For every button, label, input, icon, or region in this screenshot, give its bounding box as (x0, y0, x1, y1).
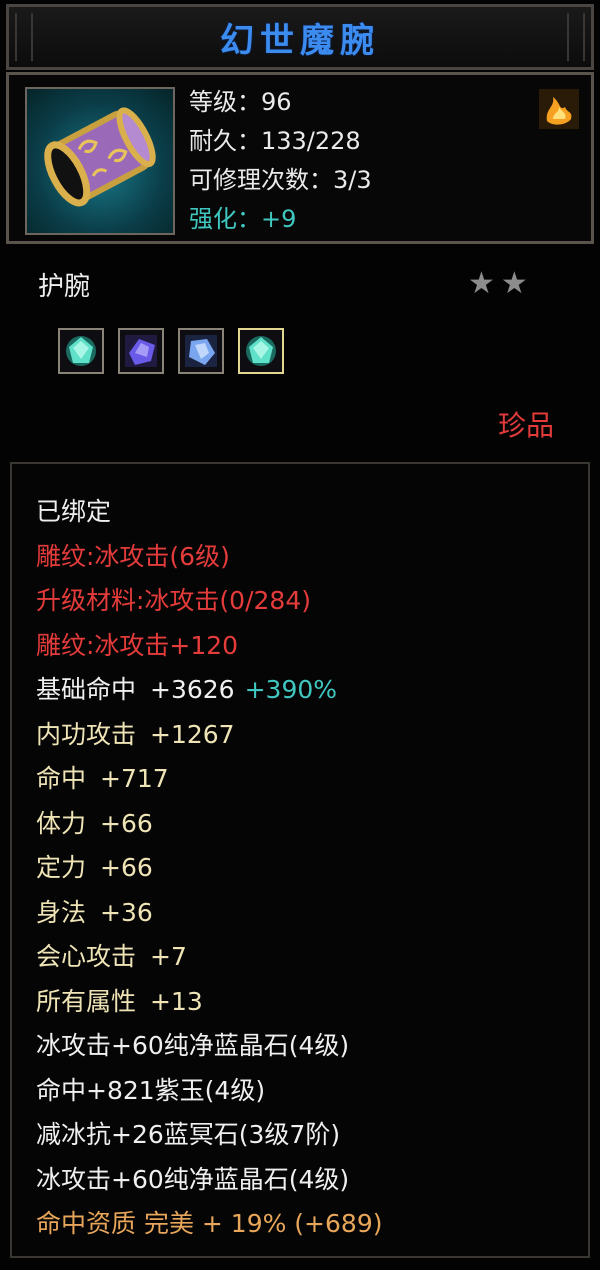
attribute-label: 升级材料:冰攻击(0/284) (36, 586, 311, 615)
item-repair-times: 可修理次数：3/3 (189, 166, 372, 194)
attribute-value: +66 (100, 853, 153, 882)
purple-gem-icon (125, 335, 157, 367)
attribute-label: 雕纹:冰攻击+120 (36, 630, 239, 660)
item-summary: 护腕 ★★ 珍品 (0, 246, 600, 456)
attribute-value: +1267 (150, 719, 235, 749)
item-name: 幻世魔腕 (220, 20, 380, 61)
green-gem-icon (246, 336, 276, 366)
attribute-row: 冰攻击+60纯净蓝晶石(4级) (36, 1024, 382, 1069)
item-enhance: 强化：+9 (189, 205, 297, 233)
attribute-label: 冰攻击+60纯净蓝晶石(4级) (36, 1031, 350, 1060)
attribute-label: 定力 (36, 853, 87, 882)
attribute-row: 命中+821紫玉(4级) (36, 1069, 382, 1114)
title-bar: 幻世魔腕 (6, 4, 594, 70)
attribute-row: 所有属性 +13 (36, 980, 382, 1025)
bracer-icon (25, 87, 175, 235)
attribute-label: 冰攻击+60纯净蓝晶石(4级) (36, 1164, 350, 1194)
attribute-bonus: +390% (244, 675, 338, 704)
blue-gem-icon (185, 335, 217, 367)
attribute-value: +36 (100, 897, 153, 927)
attribute-value: +3626 (150, 675, 235, 704)
item-type: 护腕 (38, 272, 91, 302)
attribute-row: 雕纹:冰攻击+120 (36, 624, 382, 669)
attribute-row: 身法 +36 (36, 891, 382, 936)
attribute-label: 基础命中 (36, 675, 137, 704)
attribute-label: 身法 (36, 897, 87, 927)
attribute-row: 内功攻击 +1267 (36, 713, 382, 758)
fire-icon (539, 89, 579, 129)
attribute-label: 已绑定 (36, 497, 112, 526)
attribute-row: 基础命中 +3626 +390% (36, 668, 382, 713)
attributes-panel: 已绑定雕纹:冰攻击(6级) 升级材料:冰攻击(0/284) 雕纹:冰攻击+120 基础… (10, 462, 590, 1258)
green-gem-icon (66, 336, 96, 366)
gem-socket-1[interactable] (58, 328, 104, 374)
gem-socket-2[interactable] (118, 328, 164, 374)
item-durability: 耐久：133/228 (189, 127, 361, 155)
attribute-list: 已绑定雕纹:冰攻击(6级) 升级材料:冰攻击(0/284) 雕纹:冰攻击+120 基础… (36, 490, 382, 1247)
rarity-label: 珍品 (497, 409, 554, 442)
gem-socket-4[interactable] (238, 328, 284, 374)
attribute-label: 雕纹:冰攻击(6级) (36, 541, 230, 571)
attribute-row: 升级材料:冰攻击(0/284) (36, 579, 382, 624)
attribute-label: 所有属性 (36, 986, 137, 1016)
item-header: 等级：96 耐久：133/228 可修理次数：3/3 强化：+9 (6, 72, 594, 244)
attribute-value: +717 (100, 764, 169, 793)
attribute-row: 会心攻击 +7 (36, 935, 382, 980)
item-tooltip: 幻世魔腕 等级：96 耐久：133/228 可修理次数：3/3 强化：+9 护腕… (0, 0, 600, 1270)
attribute-row: 雕纹:冰攻击(6级) (36, 535, 382, 580)
attribute-value: +7 (150, 942, 187, 971)
attribute-label: 命中资质 完美 + 19% (+689) (36, 1209, 383, 1238)
item-level: 等级：96 (189, 88, 292, 116)
attribute-row: 体力 +66 (36, 802, 382, 847)
attribute-row: 命中 +717 (36, 757, 382, 802)
attribute-row: 减冰抗+26蓝冥石(3级7阶) (36, 1113, 382, 1158)
attribute-label: 会心攻击 (36, 942, 137, 971)
attribute-row: 已绑定 (36, 490, 382, 535)
attribute-row: 定力 +66 (36, 846, 382, 891)
attribute-row: 命中资质 完美 + 19% (+689) (36, 1202, 382, 1247)
attribute-value: +66 (100, 808, 153, 838)
gem-socket-3[interactable] (178, 328, 224, 374)
attribute-value: +13 (150, 986, 203, 1016)
attribute-row: 冰攻击+60纯净蓝晶石(4级) (36, 1158, 382, 1203)
title-bar-right-rail (567, 13, 585, 61)
star-rating: ★★ (468, 266, 534, 301)
attribute-label: 命中+821紫玉(4级) (36, 1075, 266, 1105)
attribute-label: 体力 (36, 808, 87, 838)
attribute-label: 减冰抗+26蓝冥石(3级7阶) (36, 1120, 341, 1149)
item-stats: 等级：96 耐久：133/228 可修理次数：3/3 强化：+9 (189, 83, 372, 239)
title-bar-left-rail (15, 13, 33, 61)
attribute-label: 内功攻击 (36, 719, 137, 749)
attribute-label: 命中 (36, 764, 87, 793)
gem-sockets (58, 328, 284, 374)
